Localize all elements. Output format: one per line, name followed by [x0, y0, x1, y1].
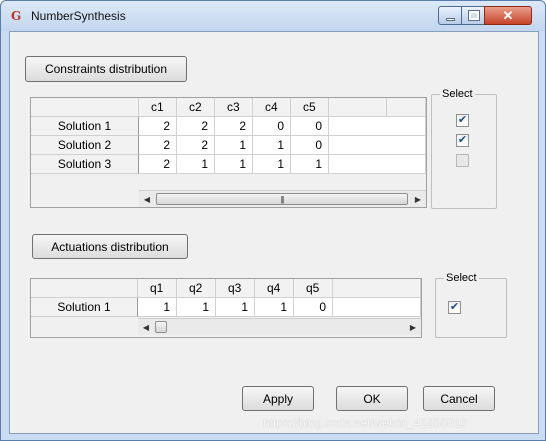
- constraints-table[interactable]: c1 c2 c3 c4 c5 Solution 1 2 2 2 0 0 Solu…: [30, 97, 427, 208]
- table-cell[interactable]: 1: [253, 136, 291, 155]
- table-cell[interactable]: 1: [215, 136, 253, 155]
- scroll-left-icon[interactable]: ◀: [138, 319, 154, 336]
- table-cell[interactable]: 1: [138, 298, 177, 317]
- maximize-icon: [468, 10, 480, 21]
- table-cell[interactable]: 1: [253, 155, 291, 174]
- table-cell-empty[interactable]: [329, 117, 426, 136]
- select-group-label: Select: [440, 88, 475, 100]
- column-header-q5[interactable]: q5: [294, 279, 333, 298]
- table-cell[interactable]: 2: [177, 117, 215, 136]
- dialog-body: Constraints distribution c1 c2 c3 c4 c5 …: [9, 31, 539, 434]
- table-cell[interactable]: 0: [294, 298, 333, 317]
- minimize-icon: [446, 18, 455, 21]
- checkmark-icon: ✔: [457, 114, 468, 126]
- column-header-empty: [333, 279, 421, 298]
- select-checkbox-solution-3[interactable]: [456, 154, 469, 167]
- column-header-q4[interactable]: q4: [255, 279, 294, 298]
- checkmark-icon: ✔: [449, 301, 460, 313]
- checkmark-icon: ✔: [457, 134, 468, 146]
- scrollbar-thumb[interactable]: |||: [156, 193, 408, 205]
- app-window: G NumberSynthesis ✕ Constraints distribu…: [0, 0, 546, 441]
- column-header-q2[interactable]: q2: [177, 279, 216, 298]
- row-header-solution-2[interactable]: Solution 2: [31, 136, 139, 155]
- column-header-c3[interactable]: c3: [215, 98, 253, 117]
- table-cell[interactable]: 0: [253, 117, 291, 136]
- table-cell[interactable]: 1: [215, 155, 253, 174]
- table-corner: [31, 98, 139, 117]
- close-button[interactable]: ✕: [484, 6, 532, 25]
- scroll-right-icon[interactable]: ▶: [405, 319, 421, 336]
- scrollbar-thumb[interactable]: [155, 321, 167, 333]
- title-bar[interactable]: G NumberSynthesis ✕: [1, 1, 545, 31]
- app-logo-icon: G: [11, 9, 22, 23]
- ok-button[interactable]: OK: [336, 386, 408, 411]
- constraints-select-group: Select ✔ ✔: [431, 88, 497, 209]
- table-cell[interactable]: 2: [139, 155, 177, 174]
- table-cell[interactable]: 2: [139, 117, 177, 136]
- table-cell[interactable]: 1: [216, 298, 255, 317]
- column-header-empty: [387, 98, 426, 117]
- column-header-q3[interactable]: q3: [216, 279, 255, 298]
- actuations-table[interactable]: q1 q2 q3 q4 q5 Solution 1 1 1 1 1 0 ◀ ▶: [30, 278, 422, 338]
- select-checkbox-solution-1[interactable]: ✔: [456, 114, 469, 127]
- row-header-solution-3[interactable]: Solution 3: [31, 155, 139, 174]
- select-group-label: Select: [444, 272, 479, 284]
- scroll-left-icon[interactable]: ◀: [139, 191, 155, 208]
- horizontal-scrollbar[interactable]: ◀ ▶: [138, 318, 421, 335]
- table-cell[interactable]: 2: [215, 117, 253, 136]
- column-header-c2[interactable]: c2: [177, 98, 215, 117]
- table-cell[interactable]: 1: [177, 155, 215, 174]
- grip-icon: |||: [280, 195, 284, 204]
- select-checkbox-solution-1[interactable]: ✔: [448, 301, 461, 314]
- column-header-c4[interactable]: c4: [253, 98, 291, 117]
- watermark: https://blog.csdn.net/weixin_41855010: [263, 416, 468, 430]
- constraints-distribution-button[interactable]: Constraints distribution: [25, 56, 187, 82]
- table-cell[interactable]: 1: [291, 155, 329, 174]
- table-cell[interactable]: 0: [291, 117, 329, 136]
- table-cell[interactable]: 1: [177, 298, 216, 317]
- scroll-right-icon[interactable]: ▶: [410, 191, 426, 208]
- maximize-button[interactable]: [461, 6, 485, 25]
- table-cell[interactable]: 0: [291, 136, 329, 155]
- window-title: NumberSynthesis: [31, 9, 126, 23]
- row-header-solution-1[interactable]: Solution 1: [31, 117, 139, 136]
- table-cell-empty[interactable]: [333, 298, 421, 317]
- apply-button[interactable]: Apply: [242, 386, 314, 411]
- select-checkbox-solution-2[interactable]: ✔: [456, 134, 469, 147]
- table-cell-empty[interactable]: [329, 155, 426, 174]
- column-header-empty: [329, 98, 387, 117]
- table-cell-empty[interactable]: [329, 136, 426, 155]
- table-corner: [31, 279, 138, 298]
- cancel-button[interactable]: Cancel: [423, 386, 495, 411]
- minimize-button[interactable]: [438, 6, 462, 25]
- table-cell[interactable]: 2: [139, 136, 177, 155]
- column-header-c5[interactable]: c5: [291, 98, 329, 117]
- actuations-distribution-button[interactable]: Actuations distribution: [32, 234, 188, 259]
- horizontal-scrollbar[interactable]: ◀ ||| ▶: [139, 190, 426, 207]
- column-header-c1[interactable]: c1: [139, 98, 177, 117]
- table-cell[interactable]: 1: [255, 298, 294, 317]
- table-cell[interactable]: 2: [177, 136, 215, 155]
- close-icon: ✕: [502, 8, 514, 23]
- actuations-select-group: Select ✔: [435, 272, 507, 338]
- row-header-solution-1[interactable]: Solution 1: [31, 298, 138, 317]
- column-header-q1[interactable]: q1: [138, 279, 177, 298]
